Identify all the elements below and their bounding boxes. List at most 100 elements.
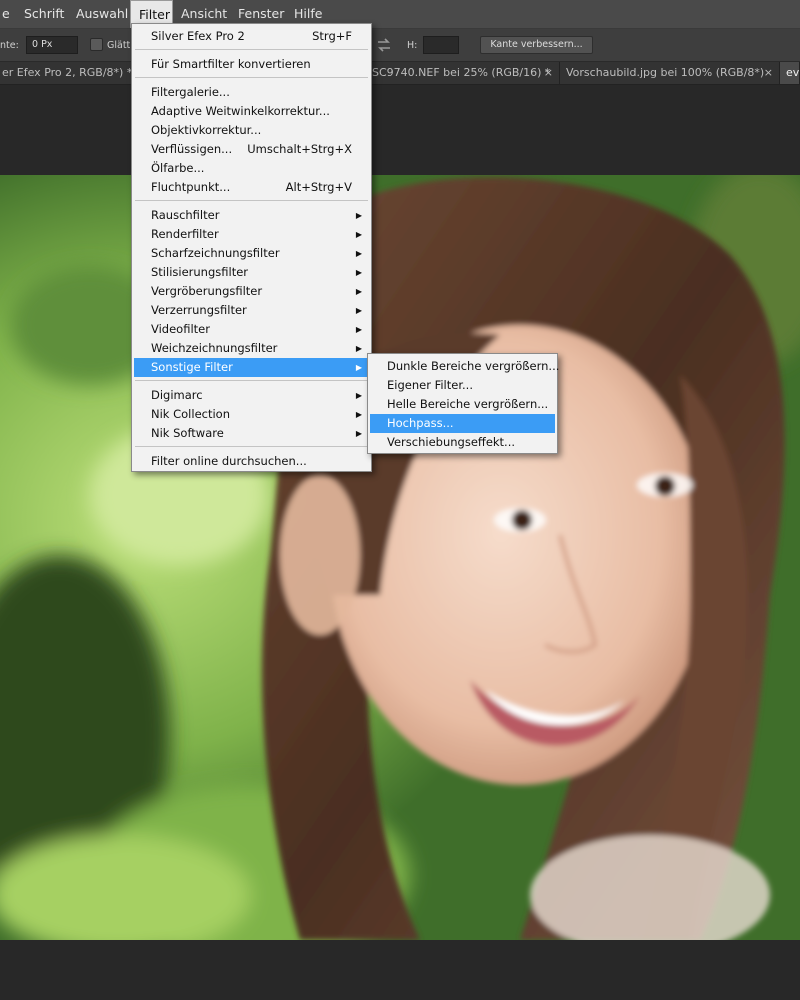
menu-item-silver-efex-pro[interactable]: Silver Efex Pro 2 Strg+F xyxy=(134,27,369,46)
menu-item-fluchtpunkt[interactable]: Fluchtpunkt... Alt+Strg+V xyxy=(134,178,369,197)
menu-item-label: Eigener Filter... xyxy=(387,378,473,392)
menu-item-label: Silver Efex Pro 2 xyxy=(151,29,245,43)
tab-label: er Efex Pro 2, RGB/8*) * xyxy=(2,66,133,79)
tab-label: SC9740.NEF bei 25% (RGB/16) * xyxy=(372,66,551,79)
tab-nef[interactable]: SC9740.NEF bei 25% (RGB/16) * × xyxy=(370,62,560,84)
menu-item-filtergalerie[interactable]: Filtergalerie... xyxy=(134,83,369,102)
chevron-right-icon: ▶ xyxy=(355,287,362,296)
menu-item-label: Vergröberungsfilter xyxy=(151,284,263,298)
menu-item-digimarc[interactable]: Digimarc ▶ xyxy=(134,386,369,405)
swap-icon[interactable] xyxy=(376,37,392,53)
menu-separator xyxy=(135,200,368,201)
menu-item-smartfilter[interactable]: Für Smartfilter konvertieren xyxy=(134,55,369,74)
menu-item-weichzeichnungsfilter[interactable]: Weichzeichnungsfilter ▶ xyxy=(134,339,369,358)
menu-separator xyxy=(135,380,368,381)
chevron-right-icon: ▶ xyxy=(355,211,362,220)
menu-item-label: Hochpass... xyxy=(387,416,454,430)
feather-label: nte: xyxy=(0,40,19,51)
menu-auswahl[interactable]: Auswahl xyxy=(68,0,130,28)
menu-item-label: Helle Bereiche vergrößern... xyxy=(387,397,549,411)
canvas-area xyxy=(0,85,800,1000)
menu-item-verzerrungsfilter[interactable]: Verzerrungsfilter ▶ xyxy=(134,301,369,320)
tab-silver-efex[interactable]: er Efex Pro 2, RGB/8*) * xyxy=(0,62,133,84)
menu-item-renderfilter[interactable]: Renderfilter ▶ xyxy=(134,225,369,244)
refine-edge-button[interactable]: Kante verbessern... xyxy=(480,36,593,54)
menu-separator xyxy=(135,77,368,78)
tab-label: ev xyxy=(786,66,800,79)
menu-item-label: Dunkle Bereiche vergrößern... xyxy=(387,359,560,373)
smooth-label: Glätt xyxy=(107,40,131,51)
menu-separator xyxy=(135,49,368,50)
shortcut-label: Alt+Strg+V xyxy=(285,180,352,194)
menu-item-adaptive-weitwinkel[interactable]: Adaptive Weitwinkelkorrektur... xyxy=(134,102,369,121)
height-label: H: xyxy=(407,40,418,51)
tab-label: Vorschaubild.jpg bei 100% (RGB/8*) xyxy=(566,66,765,79)
menu-item-dunkle-bereiche[interactable]: Dunkle Bereiche vergrößern... xyxy=(370,357,559,376)
menu-item-label: Renderfilter xyxy=(151,227,219,241)
chevron-right-icon: ▶ xyxy=(355,429,362,438)
menu-bar: e Schrift Auswahl Filter Ansicht Fenster… xyxy=(0,0,800,29)
menu-item-eigener-filter[interactable]: Eigener Filter... xyxy=(370,376,555,395)
menu-item-rauschfilter[interactable]: Rauschfilter ▶ xyxy=(134,206,369,225)
chevron-right-icon: ▶ xyxy=(355,230,362,239)
menu-item-label: Verzerrungsfilter xyxy=(151,303,247,317)
submenu-sonstige-filter: Dunkle Bereiche vergrößern... Eigener Fi… xyxy=(367,353,559,454)
menu-item-label: Nik Collection xyxy=(151,407,230,421)
menu-item-sonstige-filter[interactable]: Sonstige Filter ▶ xyxy=(134,358,369,377)
chevron-right-icon: ▶ xyxy=(355,325,362,334)
document-photo[interactable] xyxy=(0,175,800,940)
menu-item-filter-online[interactable]: Filter online durchsuchen... xyxy=(134,452,369,471)
menu-item-label: Adaptive Weitwinkelkorrektur... xyxy=(151,104,330,118)
filter-menu: Silver Efex Pro 2 Strg+F Für Smartfilter… xyxy=(131,23,372,472)
menu-item-helle-bereiche[interactable]: Helle Bereiche vergrößern... xyxy=(370,395,555,414)
menu-item-label: Für Smartfilter konvertieren xyxy=(151,57,311,71)
menu-item-nik-collection[interactable]: Nik Collection ▶ xyxy=(134,405,369,424)
menu-item-label: Verflüssigen... xyxy=(151,142,233,156)
menu-item-videofilter[interactable]: Videofilter ▶ xyxy=(134,320,369,339)
menu-item-hochpass[interactable]: Hochpass... xyxy=(370,414,555,433)
menu-item-label: Stilisierungsfilter xyxy=(151,265,249,279)
menu-ebene[interactable]: e xyxy=(0,0,14,28)
menu-item-scharfzeichnungsfilter[interactable]: Scharfzeichnungsfilter ▶ xyxy=(134,244,369,263)
chevron-right-icon: ▶ xyxy=(355,344,362,353)
options-bar: nte: 0 Px Glätt H: Kante verbessern... xyxy=(0,29,800,62)
shortcut-label: Umschalt+Strg+X xyxy=(247,142,352,156)
chevron-right-icon: ▶ xyxy=(355,268,362,277)
menu-item-label: Digimarc xyxy=(151,388,203,402)
menu-item-objektivkorrektur[interactable]: Objektivkorrektur... xyxy=(134,121,369,140)
close-icon[interactable]: × xyxy=(544,62,553,84)
menu-item-verfluessigen[interactable]: Verflüssigen... Umschalt+Strg+X xyxy=(134,140,369,159)
menu-item-oelfarbe[interactable]: Ölfarbe... xyxy=(134,159,369,178)
menu-schrift[interactable]: Schrift xyxy=(16,0,70,28)
chevron-right-icon: ▶ xyxy=(355,410,362,419)
menu-item-vergroeberungsfilter[interactable]: Vergröberungsfilter ▶ xyxy=(134,282,369,301)
menu-item-label: Sonstige Filter xyxy=(151,360,233,374)
menu-item-nik-software[interactable]: Nik Software ▶ xyxy=(134,424,369,443)
chevron-right-icon: ▶ xyxy=(355,306,362,315)
menu-item-label: Rauschfilter xyxy=(151,208,220,222)
feather-input[interactable]: 0 Px xyxy=(26,36,78,54)
chevron-right-icon: ▶ xyxy=(355,249,362,258)
menu-item-label: Objektivkorrektur... xyxy=(151,123,262,137)
menu-item-label: Fluchtpunkt... xyxy=(151,180,231,194)
tab-vorschaubild[interactable]: Vorschaubild.jpg bei 100% (RGB/8*) × xyxy=(560,62,780,84)
menu-item-label: Nik Software xyxy=(151,426,224,440)
tab-active-document[interactable]: ev xyxy=(780,62,800,84)
smooth-checkbox[interactable] xyxy=(90,38,103,51)
chevron-right-icon: ▶ xyxy=(355,391,362,400)
document-tab-bar: er Efex Pro 2, RGB/8*) * SC9740.NEF bei … xyxy=(0,62,800,85)
menu-separator xyxy=(135,446,368,447)
shortcut-label: Strg+F xyxy=(312,29,352,43)
menu-item-label: Ölfarbe... xyxy=(151,161,205,175)
menu-item-label: Filtergalerie... xyxy=(151,85,230,99)
chevron-right-icon: ▶ xyxy=(355,363,362,372)
menu-item-label: Scharfzeichnungsfilter xyxy=(151,246,280,260)
menu-item-label: Videofilter xyxy=(151,322,210,336)
height-input[interactable] xyxy=(423,36,459,54)
menu-item-label: Weichzeichnungsfilter xyxy=(151,341,278,355)
close-icon[interactable]: × xyxy=(764,62,773,84)
menu-item-verschiebungseffekt[interactable]: Verschiebungseffekt... xyxy=(370,433,555,452)
menu-item-stilisierungsfilter[interactable]: Stilisierungsfilter ▶ xyxy=(134,263,369,282)
menu-item-label: Filter online durchsuchen... xyxy=(151,454,307,468)
menu-item-label: Verschiebungseffekt... xyxy=(387,435,516,449)
